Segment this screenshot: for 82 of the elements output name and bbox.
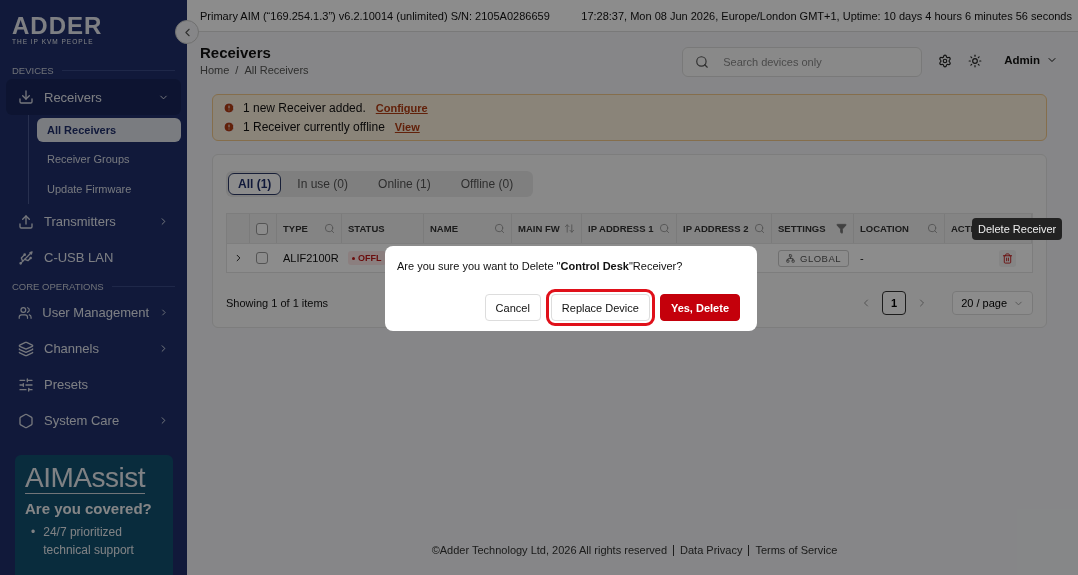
page-button[interactable]: 1 [882,291,907,315]
nav-item[interactable]: C-USB LAN [6,239,181,276]
column-header: IP ADDRESS 1 [582,214,677,243]
nav-item[interactable]: Channels [6,330,181,367]
collapse-button[interactable] [175,20,199,44]
promo-brand: AIMAssist [25,462,145,494]
checkbox[interactable] [256,252,268,264]
nav-item[interactable]: Receivers [6,79,181,115]
chevron-right-icon [159,307,169,318]
system-status: 17:28:37, Mon 08 Jun 2026, Europe/London GMT+1, Uptime: 10 days 4 hours 6 minutes 56 seconds [581,9,1072,22]
column-header: SETTINGS [772,214,854,243]
footer-link[interactable]: Terms of Service [748,544,838,556]
search-icon[interactable] [754,223,765,234]
layers-icon [18,340,34,357]
search-field[interactable]: Search devices only [682,47,923,77]
filter-tab[interactable]: All (1) [228,173,282,195]
search-icon[interactable] [494,223,505,234]
sort-icon[interactable] [564,223,575,234]
alert-icon [223,102,235,114]
bullet-marker: • [31,523,36,541]
tray-upload-icon [18,213,34,230]
column-header: LOCATION [854,214,945,243]
promo-bullet: 24/7 prioritized technical support [43,523,135,559]
breadcrumb-separator: / [235,64,239,76]
breadcrumb-item[interactable]: Home [200,64,230,76]
dialog-button[interactable]: Replace Device [550,294,650,321]
column-header: MAIN FW [512,214,582,243]
footer-link[interactable]: Data Privacy [673,544,743,556]
filter-tab[interactable]: In use (0) [287,173,359,195]
logo: ADDER [12,14,104,38]
usb-icon [18,249,34,266]
sun-icon[interactable] [968,54,983,68]
dialog-button[interactable]: Yes, Delete [659,294,740,321]
hierarchy-icon [786,253,795,263]
search-icon [695,55,710,69]
alert-icon [223,121,235,133]
items-summary: Showing 1 of 1 items [226,297,329,309]
nav-item[interactable]: Presets [6,366,181,403]
tray-download-icon [18,89,34,105]
table-cell: - [860,252,864,264]
column-header: NAME [424,214,512,243]
delete-button[interactable] [999,249,1016,267]
sliders-icon [18,376,34,393]
system-info: Primary AIM (“169.254.1.3”) v6.2.10014 (unlimited) S/N: 2105A0286659 [200,9,550,22]
page-size-select[interactable]: 20 / page [952,291,1033,315]
search-icon[interactable] [927,223,938,234]
dialog-message: Are you sure you want to Delete "Control Desk"Receiver? [397,260,684,272]
dialog-button[interactable]: Cancel [484,294,541,321]
copyright-text: ©Adder Technology Ltd, 2026 All rights reserved [431,544,668,556]
sub-nav-item[interactable]: All Receivers [37,117,181,142]
users-icon [18,304,33,321]
nav-item[interactable]: Transmitters [6,203,181,240]
settings-icon[interactable] [938,54,953,68]
section-title: DEVICES [12,65,54,76]
sub-nav-item[interactable]: Update Firmware [37,176,181,201]
nav-item[interactable]: User Management [6,294,181,331]
alert-text: 1 Receiver currently offline [243,120,385,134]
alert-link[interactable]: Configure [375,102,428,114]
breadcrumb-item: All Receivers [244,64,309,76]
filter-icon[interactable] [836,223,847,234]
section-title: CORE OPERATIONS [12,280,104,292]
alert-text: 1 new Receiver added. [243,101,366,115]
nav-item[interactable]: System Care [6,402,181,439]
search-icon[interactable] [659,223,670,234]
user-menu[interactable]: Admin [1004,54,1058,66]
hexagon-icon [18,412,34,429]
alert-link[interactable]: View [394,121,420,133]
filter-tab[interactable]: Offline (0) [450,173,524,195]
trash-icon [1002,252,1013,264]
status-badge: OFFL [348,251,386,265]
table-cell: ALIF2100R [283,252,339,264]
sub-nav-item[interactable]: Receiver Groups [37,147,181,172]
settings-badge: GLOBAL [778,249,850,267]
filter-tab[interactable]: Online (1) [368,173,441,195]
column-header: TYPE [277,214,342,243]
checkbox[interactable] [256,222,268,235]
column-header: STATUS [342,214,424,243]
page-title: Receivers [200,44,272,61]
tooltip: Delete Receiver [972,218,1063,240]
search-icon[interactable] [324,223,335,234]
column-header: IP ADDRESS 2 [677,214,772,243]
promo-heading: Are you covered? [25,499,153,517]
